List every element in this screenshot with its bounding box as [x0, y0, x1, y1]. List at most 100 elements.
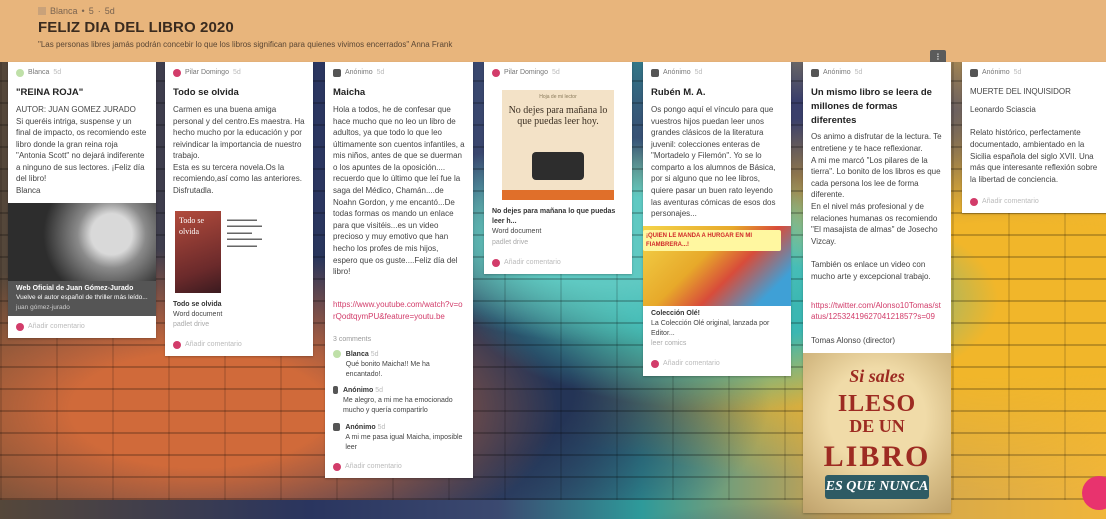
post-link-wrap: https://twitter.com/Alonso10Tomas/status…: [803, 288, 951, 329]
comment-time: 5d: [375, 387, 384, 395]
comment-text: Me alegro, a mi me ha emocionado mucho y…: [342, 397, 453, 415]
board-author: Blanca: [50, 6, 78, 16]
link-preview-image[interactable]: ¡QUIEN LE MANDA A HURGAR EN MI FIAMBRERA…: [643, 225, 791, 306]
post-title: Un mismo libro se leera de millones de f…: [811, 87, 932, 126]
comments-count[interactable]: 3 comments: [325, 329, 473, 347]
post-card[interactable]: Anónimo 5d Maicha Hola a todos, he de co…: [325, 62, 473, 479]
post-card[interactable]: Pilar Domingo 5d Hoja de mi lector No de…: [484, 62, 632, 274]
post-author: Anónimo: [345, 69, 373, 76]
user-avatar-icon: [38, 7, 46, 15]
book-icon: [532, 152, 584, 181]
board-meta: Blanca • 5 · 5d: [38, 6, 115, 16]
comment-author: Blanca: [345, 350, 369, 358]
comment-time: 5d: [377, 423, 386, 431]
attachment-info[interactable]: Todo se olvida Word document padlet driv…: [165, 297, 313, 334]
add-comment-label: Añadir comentario: [504, 258, 561, 266]
document-preview-lines: ▬▬▬▬▬▬ ▬▬▬▬▬▬▬ ▬▬▬▬▬ ▬▬▬▬▬▬▬ ▬▬▬▬▬▬: [227, 216, 262, 249]
add-comment-button[interactable]: Añadir comentario: [165, 334, 313, 356]
board-header: Blanca • 5 · 5d FELIZ DIA DEL LIBRO 2020…: [0, 0, 1106, 66]
book-cover-image: Todo se olvida: [175, 210, 221, 293]
column-1: Blanca 5d "REINA ROJA" AUTOR: JUAN GOMEZ…: [8, 62, 156, 344]
avatar: [333, 349, 341, 358]
add-comment-label: Añadir comentario: [345, 463, 402, 470]
anonymous-icon: [651, 69, 659, 78]
post-header: Anónimo 5d: [643, 62, 791, 82]
comment-icon: [16, 322, 24, 331]
avatar: [173, 69, 181, 78]
attachment-preview[interactable]: Hoja de mi lector No dejes para mañana l…: [502, 90, 614, 201]
comment-text: A mi me pasa igual Maicha, imposible lee…: [345, 433, 463, 451]
poster-image[interactable]: Si sales ILESO DE UN LIBRO ES QUE NUNCA: [803, 352, 951, 513]
add-comment-label: Añadir comentario: [185, 341, 242, 349]
post-card[interactable]: Anónimo 5d Un mismo libro se leera de mi…: [803, 62, 951, 513]
post-title: "REINA ROJA": [16, 87, 84, 99]
link-source: juan gómez-jurado: [16, 303, 70, 311]
add-comment-label: Añadir comentario: [982, 198, 1039, 206]
post-body: Os pongo aquí el vínculo para que vuestr…: [651, 104, 776, 219]
comment-icon: [333, 463, 341, 472]
post-title: Rubén M. A.: [651, 87, 706, 99]
avatar: [492, 69, 500, 78]
post-header: Blanca 5d: [8, 62, 156, 82]
anonymous-icon: [970, 69, 978, 78]
add-comment-button[interactable]: Añadir comentario: [962, 191, 1106, 213]
column-2: Pilar Domingo 5d Todo se olvida Carmen e…: [165, 62, 313, 362]
link-preview-image[interactable]: [8, 202, 156, 281]
comment-author: Anónimo: [342, 387, 374, 395]
post-author: Blanca: [28, 69, 50, 76]
post-card[interactable]: Pilar Domingo 5d Todo se olvida Carmen e…: [165, 62, 313, 357]
column-6: Anónimo 5d Un mismo libro se leera de mi…: [803, 62, 951, 519]
attachment-info[interactable]: No dejes para mañana lo que puedas leer …: [484, 204, 632, 252]
comment-item: Anónimo 5d A mi me pasa igual Maicha, im…: [325, 420, 473, 456]
post-body: AUTOR: JUAN GOMEZ JURADO Si queréis intr…: [16, 104, 147, 196]
add-comment-label: Añadir comentario: [663, 360, 720, 368]
link-preview[interactable]: Colección Olé! La Colección Olé original…: [643, 306, 791, 354]
column-7: Anónimo 5d MUERTE DEL INQUISIDOR Leonard…: [962, 62, 1106, 219]
anonymous-icon: [333, 386, 338, 395]
board-count: 5: [88, 6, 94, 16]
anonymous-icon: [333, 69, 341, 78]
add-post-button[interactable]: [1082, 476, 1106, 510]
post-link[interactable]: https://www.youtube.com/watch?v=orQodtqy…: [333, 300, 463, 321]
post-signature: Tomas Alonso (director): [811, 335, 896, 345]
attachment-source: padlet drive: [173, 320, 210, 328]
attachment-title: No dejes para mañana lo que puedas leer …: [492, 208, 616, 226]
post-time: 5d: [854, 69, 863, 76]
post-card[interactable]: Anónimo 5d Rubén M. A. Os pongo aquí el …: [643, 62, 791, 376]
post-card[interactable]: Anónimo 5d MUERTE DEL INQUISIDOR Leonard…: [962, 62, 1106, 214]
post-time: 5d: [53, 69, 62, 76]
board-title: FELIZ DIA DEL LIBRO 2020: [38, 19, 234, 36]
add-comment-button[interactable]: Añadir comentario: [325, 456, 473, 478]
comment-icon: [651, 360, 659, 369]
attachment-preview[interactable]: Todo se olvida ▬▬▬▬▬▬ ▬▬▬▬▬▬▬ ▬▬▬▬▬ ▬▬▬▬▬▬▬…: [175, 210, 303, 293]
post-body: Hola a todos, he de confesar que hace mu…: [333, 104, 465, 277]
meta-sep: ·: [97, 6, 101, 16]
add-comment-button[interactable]: Añadir comentario: [484, 252, 632, 274]
add-comment-button[interactable]: Añadir comentario: [643, 353, 791, 375]
anonymous-icon: [811, 69, 819, 78]
post-title: MUERTE DEL INQUISIDOR: [970, 87, 1071, 97]
add-comment-label: Añadir comentario: [28, 322, 85, 330]
post-author: Anónimo: [982, 69, 1010, 76]
post-body: Carmen es una buena amiga personal y del…: [173, 104, 305, 196]
post-author: Anónimo: [663, 69, 691, 76]
post-link-wrap: https://www.youtube.com/watch?v=orQodtqy…: [325, 284, 473, 329]
board-subtitle: "Las personas libres jamás podrán conceb…: [38, 40, 453, 49]
post-header: Pilar Domingo 5d: [484, 62, 632, 82]
post-subtitle: Leonardo Sciascia: [970, 104, 1036, 114]
post-card[interactable]: Blanca 5d "REINA ROJA" AUTOR: JUAN GOMEZ…: [8, 62, 156, 338]
link-title: Web Oficial de Juan Gómez-Jurado: [16, 284, 134, 292]
column-4: Pilar Domingo 5d Hoja de mi lector No de…: [484, 62, 632, 280]
comment-icon: [970, 198, 978, 207]
post-time: 5d: [551, 69, 560, 76]
comment-icon: [173, 341, 181, 350]
link-preview[interactable]: Web Oficial de Juan Gómez-Jurado Vuelve …: [8, 280, 156, 316]
comment-icon: [492, 258, 500, 267]
add-comment-button[interactable]: Añadir comentario: [8, 316, 156, 338]
post-link[interactable]: https://twitter.com/Alonso10Tomas/status…: [811, 301, 941, 322]
post-author: Pilar Domingo: [504, 69, 548, 76]
post-body: Os animo a disfrutar de la lectura. Te e…: [811, 132, 942, 281]
comment-time: 5d: [370, 350, 379, 358]
post-title: Todo se olvida: [173, 87, 239, 99]
meta-dot: •: [81, 6, 85, 16]
